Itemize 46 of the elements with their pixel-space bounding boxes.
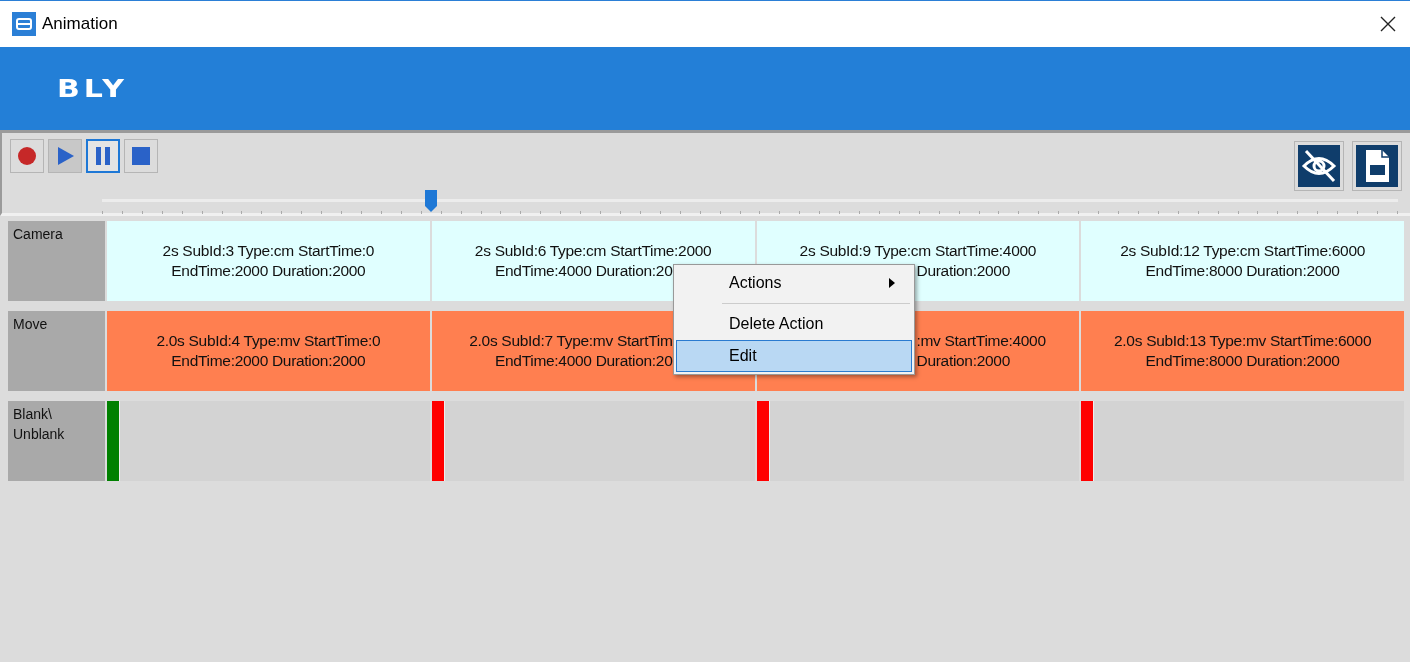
document-icon <box>1356 145 1398 187</box>
hidden-eye-icon <box>1298 145 1340 187</box>
window-title: Animation <box>42 14 118 34</box>
action-text: 2s SubId:6 Type:cm StartTime:2000 <box>474 241 712 261</box>
action-text: 2s SubId:9 Type:cm StartTime:4000 <box>799 241 1037 261</box>
action-text: EndTime:2000 Duration:2000 <box>171 351 366 371</box>
action-text: Duration:2000 <box>916 351 1010 371</box>
track-label: Blank\ Unblank <box>8 401 105 481</box>
play-button[interactable] <box>48 139 82 173</box>
record-icon <box>17 146 37 166</box>
action-text: EndTime:2000 Duration:2000 <box>171 261 366 281</box>
track-label: Camera <box>8 221 105 301</box>
action-text: Duration:2000 <box>916 261 1010 281</box>
record-button[interactable] <box>10 139 44 173</box>
action-block[interactable]: 2s SubId:12 Type:cm StartTime:6000 EndTime:8000 Duration:2000 <box>1081 221 1404 301</box>
action-text: 2.0s SubId:13 Type:mv StartTime:6000 <box>1114 331 1372 351</box>
action-block[interactable]: 2s SubId:3 Type:cm StartTime:0 EndTime:2000 Duration:2000 <box>107 221 430 301</box>
hide-button[interactable] <box>1294 141 1344 191</box>
action-block[interactable]: 2.0s SubId:13 Type:mv StartTime:6000 EndTime:8000 Duration:2000 <box>1081 311 1404 391</box>
track-label: Move <box>8 311 105 391</box>
export-button[interactable] <box>1352 141 1402 191</box>
action-text: EndTime:4000 Duration:20 <box>495 351 673 371</box>
blank-block[interactable] <box>1081 401 1404 481</box>
app-icon <box>12 12 36 36</box>
blank-block[interactable] <box>107 401 430 481</box>
stop-button[interactable] <box>124 139 158 173</box>
menu-item[interactable]: Edit <box>676 340 912 372</box>
action-text: EndTime:8000 Duration:2000 <box>1145 351 1340 371</box>
action-text: :mv StartTime:4000 <box>916 331 1046 351</box>
action-block[interactable]: 2.0s SubId:4 Type:mv StartTime:0 EndTime:2000 Duration:2000 <box>107 311 430 391</box>
blank-block[interactable] <box>756 401 1080 481</box>
action-text: 2.0s SubId:7 Type:mv StartTim <box>469 331 673 351</box>
slider-thumb[interactable] <box>424 189 439 213</box>
logo: BLY <box>57 73 129 104</box>
action-text: 2.0s SubId:4 Type:mv StartTime:0 <box>156 331 381 351</box>
close-icon[interactable] <box>1380 16 1396 32</box>
action-text: 2s SubId:3 Type:cm StartTime:0 <box>162 241 375 261</box>
timeline-slider[interactable] <box>102 189 1398 217</box>
action-text: 2s SubId:12 Type:cm StartTime:6000 <box>1120 241 1366 261</box>
pause-icon <box>93 146 113 166</box>
pause-button[interactable] <box>86 139 120 173</box>
action-text: EndTime:8000 Duration:2000 <box>1145 261 1340 281</box>
stop-icon <box>131 146 151 166</box>
action-text: EndTime:4000 Duration:20 <box>495 261 673 281</box>
play-icon <box>55 146 75 166</box>
blank-block[interactable] <box>431 401 755 481</box>
